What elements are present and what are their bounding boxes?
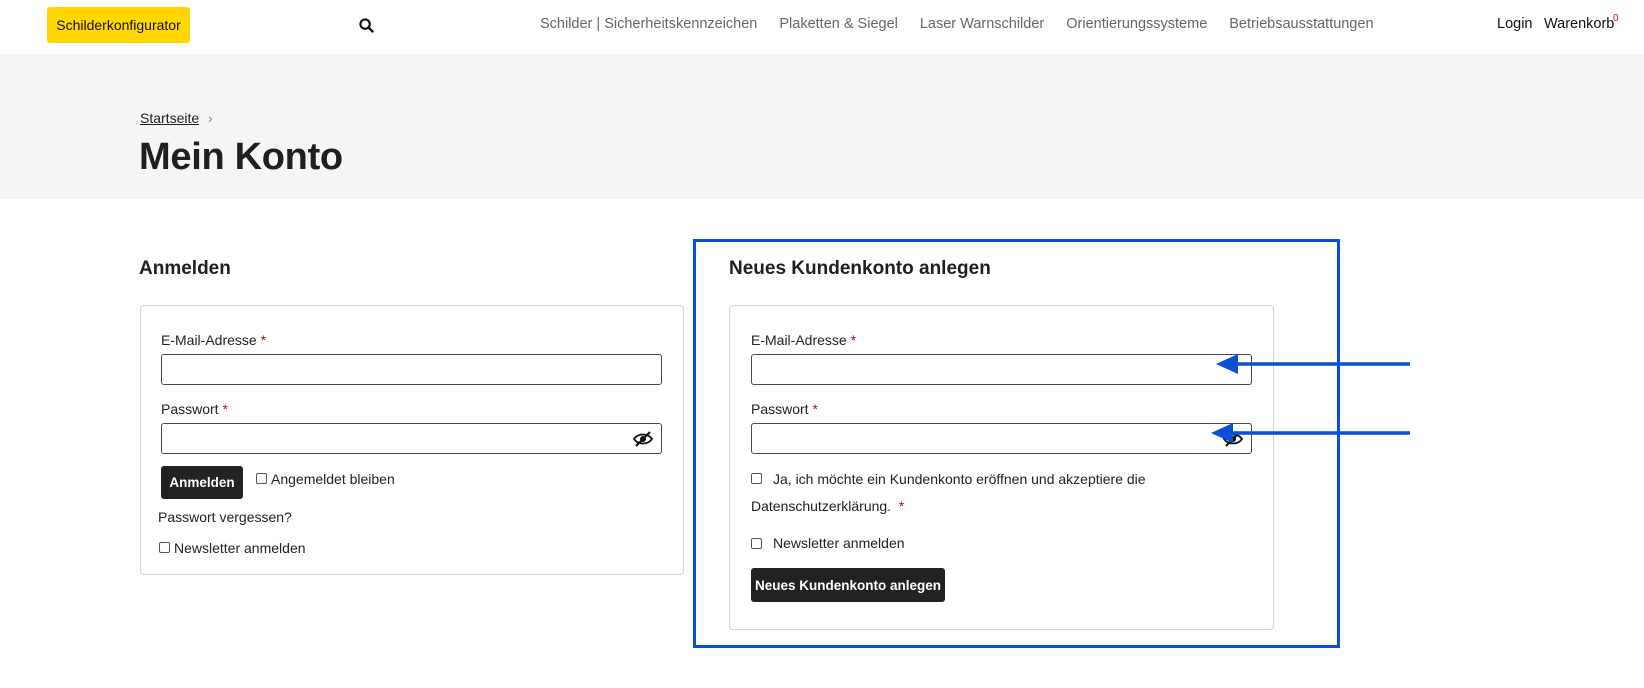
login-newsletter-checkbox[interactable] bbox=[159, 542, 170, 553]
login-password-label: Passwort * bbox=[161, 401, 228, 417]
cart-count-badge: 0 bbox=[1613, 13, 1619, 24]
nav-item-orientierungssysteme[interactable]: Orientierungssysteme bbox=[1066, 16, 1207, 32]
password-visibility-toggle-icon[interactable] bbox=[632, 430, 654, 448]
login-section-title: Anmelden bbox=[139, 258, 231, 279]
register-password-input[interactable] bbox=[751, 423, 1252, 454]
search-icon bbox=[358, 17, 374, 33]
nav-item-plaketten[interactable]: Plaketten & Siegel bbox=[779, 16, 898, 32]
top-navigation-bar: Schilderkonfigurator Schilder | Sicherhe… bbox=[0, 0, 1644, 54]
privacy-consent-checkbox[interactable] bbox=[751, 473, 762, 484]
register-submit-button[interactable]: Neues Kundenkonto anlegen bbox=[751, 568, 945, 602]
register-email-label: E-Mail-Adresse * bbox=[751, 332, 857, 348]
main-menu: Schilder | Sicherheitskennzeichen Plaket… bbox=[540, 16, 1374, 32]
remember-me-checkbox[interactable] bbox=[256, 473, 267, 484]
search-button[interactable] bbox=[356, 15, 376, 35]
breadcrumb-home-link[interactable]: Startseite bbox=[140, 110, 199, 126]
page-title: Mein Konto bbox=[139, 136, 343, 178]
login-email-input[interactable] bbox=[161, 354, 662, 385]
annotation-arrow-password-icon bbox=[1211, 423, 1410, 443]
register-email-input[interactable] bbox=[751, 354, 1252, 385]
configurator-button[interactable]: Schilderkonfigurator bbox=[47, 7, 190, 43]
privacy-consent-label-line2: Datenschutzerklärung. * bbox=[751, 498, 905, 514]
nav-item-betriebsausstattungen[interactable]: Betriebsausstattungen bbox=[1229, 16, 1373, 32]
login-email-label: E-Mail-Adresse * bbox=[161, 332, 267, 348]
remember-me-label: Angemeldet bleiben bbox=[271, 471, 395, 487]
login-link[interactable]: Login bbox=[1497, 16, 1532, 32]
register-password-label: Passwort * bbox=[751, 401, 818, 417]
cart-link[interactable]: Warenkorb bbox=[1544, 16, 1614, 32]
privacy-consent-label: Ja, ich möchte ein Kundenkonto eröffnen … bbox=[773, 471, 1146, 487]
login-submit-button[interactable]: Anmelden bbox=[161, 466, 243, 499]
register-newsletter-label: Newsletter anmelden bbox=[773, 535, 905, 551]
register-newsletter-checkbox[interactable] bbox=[751, 538, 762, 549]
register-section-title: Neues Kundenkonto anlegen bbox=[729, 258, 991, 279]
breadcrumb-separator-icon: › bbox=[208, 110, 213, 126]
forgot-password-link[interactable]: Passwort vergessen? bbox=[158, 509, 292, 525]
annotation-arrow-email-icon bbox=[1216, 354, 1410, 374]
login-password-input[interactable] bbox=[161, 423, 662, 454]
nav-item-schilder[interactable]: Schilder | Sicherheitskennzeichen bbox=[540, 16, 757, 32]
login-newsletter-label: Newsletter anmelden bbox=[174, 540, 306, 556]
nav-item-laser-warnschilder[interactable]: Laser Warnschilder bbox=[920, 16, 1044, 32]
